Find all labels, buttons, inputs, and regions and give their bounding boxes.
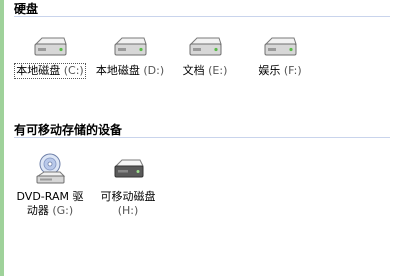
drive-label: 本地磁盘 (C:) [14,63,86,79]
drive-e[interactable]: 文档 (E:) [165,36,245,78]
hard-drive-icon [189,37,222,56]
hard-drive-icon [264,37,297,56]
drive-h-removable[interactable]: 可移动磁盘 (H:) [90,152,166,218]
window-left-border [0,0,4,276]
group-header-hard-disks: 硬盘 [14,2,39,16]
group-header-removable-storage: 有可移动存储的设备 [14,123,123,137]
drive-label: DVD-RAM 驱动器 (G:) [16,190,84,217]
hard-drive-icon [114,37,147,56]
drive-label: 本地磁盘 (D:) [95,64,165,77]
dvd-drive-icon [36,153,66,184]
drive-label: 娱乐 (F:) [258,64,302,77]
drive-g-dvd[interactable]: DVD-RAM 驱动器 (G:) [12,152,88,218]
drive-label: 文档 (E:) [182,64,228,77]
drive-f[interactable]: 娱乐 (F:) [240,36,320,78]
removable-disk-icon [114,159,144,178]
drive-label: 可移动磁盘 (H:) [100,190,156,217]
drive-c[interactable]: 本地磁盘 (C:) [10,36,90,79]
group-divider [14,137,390,138]
hard-drive-icon [34,37,67,56]
drive-d[interactable]: 本地磁盘 (D:) [90,36,170,78]
group-divider [14,16,390,17]
